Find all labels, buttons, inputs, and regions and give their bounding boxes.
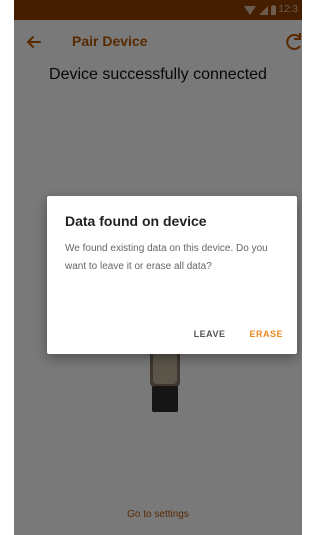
data-found-dialog: Data found on device We found existing d…	[47, 196, 297, 354]
dialog-message: We found existing data on this device. D…	[65, 243, 268, 272]
phone-screen: 12:3 Pair Device Device successfully con…	[14, 0, 302, 535]
erase-button[interactable]: ERASE	[249, 329, 283, 339]
dialog-title: Data found on device	[65, 213, 207, 229]
dialog-actions: LEAVE ERASE	[194, 329, 283, 339]
leave-button[interactable]: LEAVE	[194, 329, 226, 339]
